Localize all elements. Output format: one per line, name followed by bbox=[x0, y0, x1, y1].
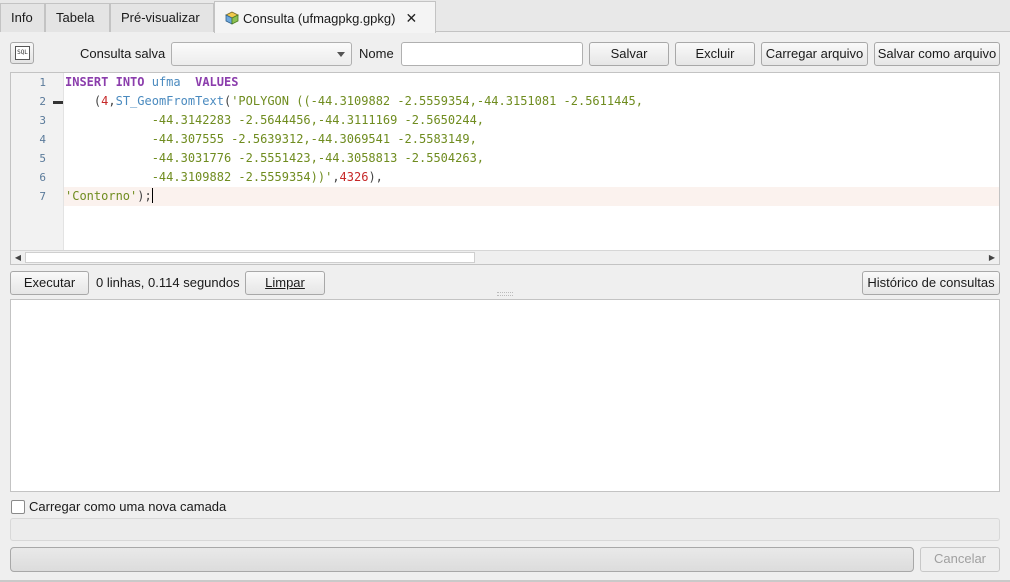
result-status: 0 linhas, 0.114 segundos bbox=[96, 275, 240, 290]
code-token: , bbox=[108, 94, 116, 108]
line-number: 1 bbox=[39, 76, 46, 89]
query-history-button[interactable]: Histórico de consultas bbox=[862, 271, 1000, 295]
database-icon bbox=[225, 5, 239, 25]
sql-icon: SQL bbox=[15, 46, 30, 60]
code-token: -44.3109882 -2.5559354))' bbox=[65, 170, 333, 184]
load-file-button[interactable]: Carregar arquivo bbox=[761, 42, 868, 66]
name-label: Nome bbox=[359, 46, 394, 61]
text-caret bbox=[151, 188, 153, 203]
execute-button[interactable]: Executar bbox=[10, 271, 89, 295]
chevron-down-icon bbox=[337, 52, 345, 57]
code-token: ); bbox=[137, 189, 152, 203]
load-as-layer-label: Carregar como uma nova camada bbox=[29, 499, 227, 514]
scroll-right-icon[interactable]: ▶ bbox=[985, 251, 999, 264]
code-line: -44.307555 -2.5639312,-44.3069541 -2.558… bbox=[64, 130, 999, 149]
code-token: ufma bbox=[151, 75, 181, 89]
tab-table[interactable]: Tabela bbox=[45, 3, 110, 32]
line-number: 7 bbox=[39, 190, 46, 203]
line-number: 6 bbox=[39, 171, 46, 184]
tab-table-label: Tabela bbox=[56, 10, 95, 25]
tab-query[interactable]: Consulta (ufmagpkg.gpkg) ✕ bbox=[214, 1, 436, 33]
clear-button[interactable]: Limpar bbox=[245, 271, 325, 295]
code-line: (4,ST_GeomFromText('POLYGON ((-44.310988… bbox=[64, 92, 999, 111]
load-as-layer-checkbox[interactable] bbox=[11, 500, 25, 514]
code-token: VALUES bbox=[195, 75, 239, 89]
code-token: -44.3031776 -2.5551423,-44.3058813 -2.55… bbox=[65, 151, 485, 165]
code-token: ), bbox=[368, 170, 383, 184]
cancel-button[interactable]: Cancelar bbox=[920, 547, 1000, 572]
tab-preview[interactable]: Pré-visualizar bbox=[110, 3, 214, 32]
query-name-input[interactable] bbox=[401, 42, 583, 66]
line-number: 2 bbox=[39, 95, 46, 108]
code-token: INTO bbox=[115, 75, 145, 89]
code-token: -44.3142283 -2.5644456,-44.3111169 -2.56… bbox=[65, 113, 485, 127]
code-line: -44.3142283 -2.5644456,-44.3111169 -2.56… bbox=[64, 111, 999, 130]
close-tab-icon[interactable]: ✕ bbox=[405, 10, 417, 26]
code-token: -44.307555 -2.5639312,-44.3069541 -2.558… bbox=[65, 132, 477, 146]
splitter-handle[interactable] bbox=[497, 292, 513, 296]
scrollbar-thumb[interactable] bbox=[25, 252, 475, 263]
code-token: 'POLYGON ((-44.3109882 -2.5559354,-44.31… bbox=[231, 94, 644, 108]
code-token: 4326 bbox=[339, 170, 369, 184]
layer-options-panel bbox=[10, 518, 1000, 541]
code-token: 'Contorno' bbox=[65, 189, 138, 203]
line-number: 5 bbox=[39, 152, 46, 165]
sql-editor[interactable]: 1234567 ▬ INSERT INTO ufma VALUES (4,ST_… bbox=[10, 72, 1000, 265]
progress-bar bbox=[10, 547, 914, 572]
sql-layer-button[interactable]: SQL bbox=[10, 42, 34, 64]
horizontal-scrollbar[interactable]: ◀ ▶ bbox=[11, 250, 999, 264]
code-token: INSERT bbox=[65, 75, 109, 89]
code-token: ST_GeomFromText bbox=[115, 94, 224, 108]
results-table[interactable] bbox=[10, 299, 1000, 492]
tab-info[interactable]: Info bbox=[0, 3, 45, 32]
code-line: -44.3031776 -2.5551423,-44.3058813 -2.55… bbox=[64, 149, 999, 168]
code-line: 'Contorno'); bbox=[64, 187, 999, 206]
tab-preview-label: Pré-visualizar bbox=[121, 10, 200, 25]
saved-query-label: Consulta salva bbox=[80, 46, 166, 61]
save-as-file-button[interactable]: Salvar como arquivo bbox=[874, 42, 1000, 66]
code-token: , bbox=[332, 170, 340, 184]
code-token: ( bbox=[65, 94, 102, 108]
scroll-left-icon[interactable]: ◀ bbox=[11, 251, 25, 264]
tab-info-label: Info bbox=[11, 10, 33, 25]
delete-button[interactable]: Excluir bbox=[675, 42, 755, 66]
tab-query-label: Consulta (ufmagpkg.gpkg) bbox=[243, 11, 396, 26]
code-line: -44.3109882 -2.5559354))',4326), bbox=[64, 168, 999, 187]
save-button[interactable]: Salvar bbox=[589, 42, 669, 66]
line-number: 3 bbox=[39, 114, 46, 127]
fold-marker-icon[interactable]: ▬ bbox=[53, 92, 63, 111]
saved-query-select[interactable] bbox=[171, 42, 352, 66]
code-line: INSERT INTO ufma VALUES bbox=[64, 73, 999, 92]
line-number: 4 bbox=[39, 133, 46, 146]
